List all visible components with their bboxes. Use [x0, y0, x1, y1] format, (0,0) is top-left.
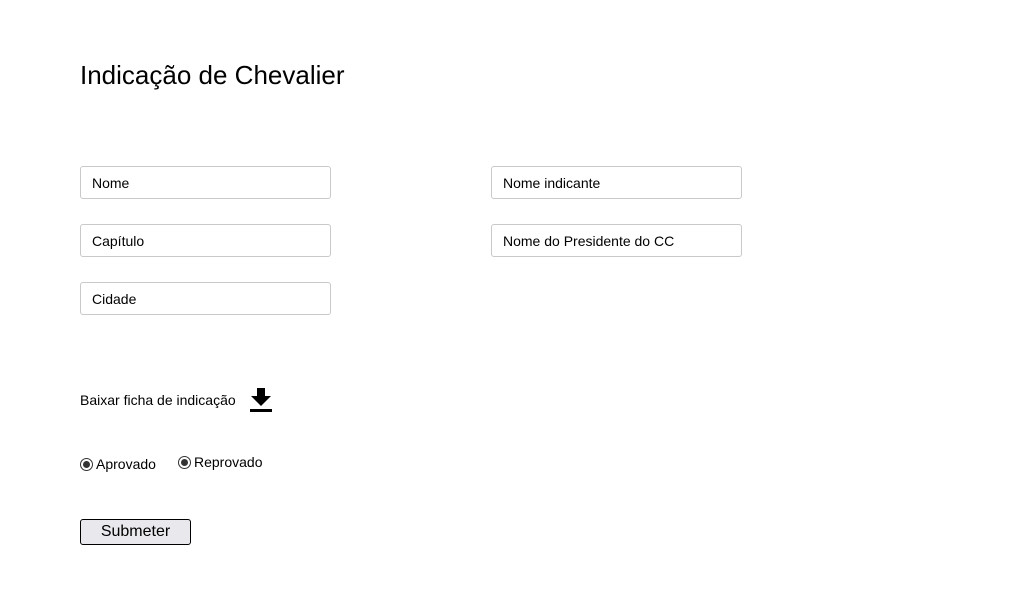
page-title: Indicação de Chevalier [80, 60, 345, 90]
nome-indicante-input[interactable] [491, 166, 742, 199]
submit-button[interactable]: Submeter [80, 519, 191, 545]
cidade-input[interactable] [80, 282, 331, 315]
radio-circle-reprovado[interactable] [178, 455, 191, 469]
nome-input[interactable] [80, 166, 331, 199]
download-label: Baixar ficha de indicação [80, 392, 236, 408]
radio-label-aprovado: Aprovado [96, 456, 156, 472]
indication-form-page: Indicação de Chevalier Baixar ficha de i… [0, 0, 1027, 604]
radio-dot-reprovado [181, 458, 188, 466]
radio-label-reprovado: Reprovado [194, 454, 263, 470]
radio-circle-aprovado[interactable] [80, 457, 93, 471]
download-icon[interactable] [249, 387, 272, 413]
radio-reprovado[interactable]: Reprovado [178, 454, 263, 470]
radio-aprovado[interactable]: Aprovado [80, 456, 156, 472]
download-row: Baixar ficha de indicação [80, 386, 272, 414]
radio-dot-aprovado [83, 460, 90, 468]
nome-presidente-input[interactable] [491, 224, 742, 257]
capitulo-input[interactable] [80, 224, 331, 257]
